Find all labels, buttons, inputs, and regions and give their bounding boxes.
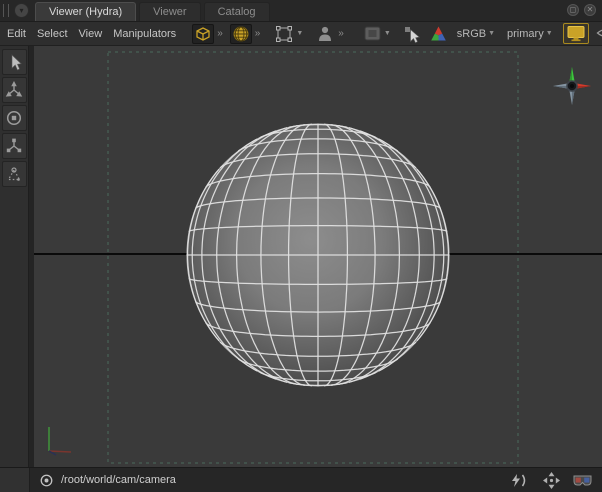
monitor-toggle-button[interactable] (563, 23, 589, 44)
world-axis-indicator (40, 424, 78, 458)
menu-select[interactable]: Select (36, 26, 69, 42)
subdivision-expander[interactable]: » (252, 28, 264, 39)
menu-edit[interactable]: Edit (6, 26, 27, 42)
render-slot-caret[interactable]: ▼ (384, 30, 391, 37)
scene-canvas[interactable] (34, 46, 602, 467)
tab-label: Catalog (218, 6, 256, 18)
cursor-arrow-icon (4, 52, 24, 72)
viewer-menubar: Edit Select View Manipulators » (0, 22, 602, 46)
globe-icon (231, 24, 251, 44)
pivot-snap-icon (4, 164, 24, 184)
subdivision-button[interactable] (230, 24, 252, 44)
tab-label: Viewer (153, 6, 186, 18)
monitor-icon (566, 25, 586, 42)
colorspace-dropdown[interactable]: sRGB (457, 28, 486, 40)
close-pane-icon[interactable]: ✕ (584, 4, 596, 16)
manipulator-toolbar (0, 46, 29, 467)
render-slot-button[interactable] (363, 25, 382, 42)
pick-mode-button[interactable] (401, 23, 422, 44)
select-tool-button[interactable] (2, 49, 27, 75)
shading-mode-button[interactable] (192, 24, 214, 44)
camera-path-field[interactable]: /root/world/cam/camera (30, 473, 509, 488)
proxy-display-button[interactable] (315, 24, 335, 44)
translate-tool-button[interactable] (2, 77, 27, 103)
marquee-select-icon (274, 24, 294, 44)
scale-tool-button[interactable] (2, 133, 27, 159)
eye-icon (595, 24, 602, 43)
tab-viewer[interactable]: Viewer (139, 2, 200, 21)
statusbar-corner (0, 468, 30, 492)
viewer-statusbar: /root/world/cam/camera (0, 467, 602, 492)
rotate-manipulator-icon (4, 108, 24, 128)
pick-cursor-icon (401, 23, 422, 44)
tab-bar: ▾ Viewer (Hydra) Viewer Catalog ◻ ✕ (0, 0, 602, 22)
wire-cube-icon (193, 24, 213, 44)
selection-mode-caret[interactable]: ▼ (296, 30, 303, 37)
stereo-glasses-icon[interactable] (572, 474, 593, 487)
orientation-gizmo[interactable] (550, 64, 594, 108)
person-icon (315, 24, 335, 44)
view-layer-caret[interactable]: ▼ (546, 30, 553, 37)
render-flash-icon[interactable] (509, 473, 531, 488)
color-management-button[interactable] (428, 24, 449, 43)
shading-mode-expander[interactable]: » (214, 28, 226, 39)
scale-manipulator-icon (4, 136, 24, 156)
selection-mode-button[interactable] (274, 24, 294, 44)
menu-manipulators[interactable]: Manipulators (112, 26, 177, 42)
tab-catalog[interactable]: Catalog (204, 2, 270, 21)
rgb-triangle-icon (428, 24, 449, 43)
tab-viewer-hydra[interactable]: Viewer (Hydra) (35, 2, 136, 21)
pan-dpad-icon[interactable] (542, 471, 561, 490)
3d-viewport[interactable] (29, 46, 602, 467)
slot-square-icon (363, 25, 382, 42)
tab-label: Viewer (Hydra) (49, 6, 122, 18)
camera-select-icon (39, 473, 54, 488)
pane-drag-grip[interactable] (3, 4, 9, 17)
visibility-button[interactable] (595, 24, 602, 43)
viewer-pane: ▾ Viewer (Hydra) Viewer Catalog ◻ ✕ Edit… (0, 0, 602, 492)
pane-menu-button[interactable]: ▾ (14, 3, 29, 18)
camera-path-text: /root/world/cam/camera (61, 474, 176, 486)
translate-manipulator-icon (4, 80, 24, 100)
proxy-display-expander[interactable]: » (335, 28, 347, 39)
view-layer-dropdown[interactable]: primary (507, 28, 544, 40)
chevron-down-icon: ▾ (19, 7, 23, 15)
colorspace-caret[interactable]: ▼ (488, 30, 495, 37)
float-pane-icon[interactable]: ◻ (567, 4, 579, 16)
menu-view[interactable]: View (78, 26, 104, 42)
rotate-tool-button[interactable] (2, 105, 27, 131)
pivot-tool-button[interactable] (2, 161, 27, 187)
